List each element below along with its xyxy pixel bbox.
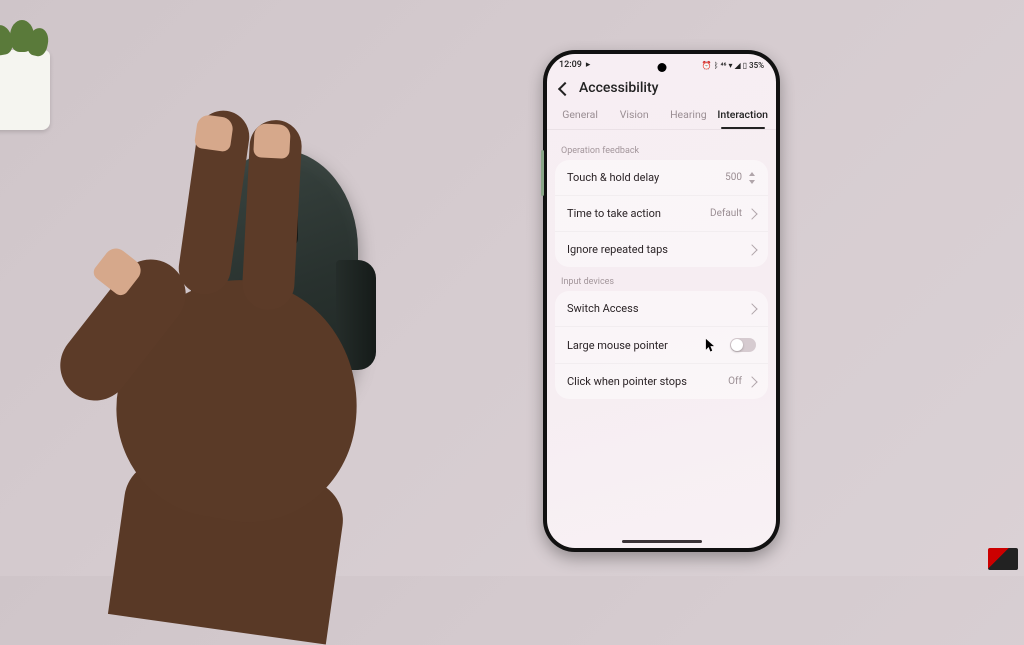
chevron-right-icon [746,376,757,387]
section-label-operation-feedback: Operation feedback [555,136,768,160]
row-value: Off [728,376,742,387]
stepper-icon [748,172,756,184]
battery-icon: ▯ [743,61,747,70]
row-touch-hold-delay[interactable]: Touch & hold delay 500 [555,160,768,195]
row-time-to-take-action[interactable]: Time to take action Default [555,195,768,231]
status-time: 12:09 [559,60,582,70]
tab-bar: General Vision Hearing Interaction [547,102,776,130]
row-switch-access[interactable]: Switch Access [555,291,768,326]
toggle-large-mouse-pointer[interactable] [730,338,756,352]
row-label: Ignore repeated taps [567,243,748,256]
camera-hole [657,63,666,72]
battery-percent: 35% [749,61,764,70]
operation-feedback-card: Touch & hold delay 500 Time to take acti… [555,160,768,267]
row-label: Touch & hold delay [567,171,725,184]
wifi-icon: ▾ [728,61,732,70]
page-title: Accessibility [579,80,658,96]
back-button[interactable] [557,81,571,95]
chevron-right-icon [746,208,757,219]
phone-screen: 12:09 ▸ ⏰ ᛒ ⁴⁶ ▾ ◢ ▯ 35% Accessibility G… [547,54,776,548]
row-label: Time to take action [567,207,710,220]
volte-icon: ⁴⁶ [721,61,727,70]
tab-interaction[interactable]: Interaction [715,102,770,129]
section-label-input-devices: Input devices [555,267,768,291]
tab-vision[interactable]: Vision [607,102,661,129]
video-icon: ▸ [586,60,591,70]
plant-pot [0,0,60,140]
row-label: Click when pointer stops [567,375,728,388]
bluetooth-icon: ᛒ [714,61,719,70]
input-devices-card: Switch Access Large mouse pointer Click … [555,291,768,399]
computer-mouse [203,150,358,410]
tab-hearing[interactable]: Hearing [661,102,715,129]
row-value: Default [710,208,742,219]
gesture-bar[interactable] [622,540,702,543]
chevron-right-icon [746,303,757,314]
chevron-right-icon [746,244,757,255]
signal-icon: ◢ [734,61,740,70]
tab-general[interactable]: General [553,102,607,129]
page-header: Accessibility [547,72,776,102]
row-click-when-pointer-stops[interactable]: Click when pointer stops Off [555,363,768,399]
row-label: Switch Access [567,302,748,315]
phone-frame: 12:09 ▸ ⏰ ᛒ ⁴⁶ ▾ ◢ ▯ 35% Accessibility G… [543,50,780,552]
alarm-icon: ⏰ [702,61,712,70]
watermark-logo [988,548,1018,570]
row-value: 500 [725,172,742,183]
row-large-mouse-pointer[interactable]: Large mouse pointer [555,326,768,363]
row-ignore-repeated-taps[interactable]: Ignore repeated taps [555,231,768,267]
hand-holding-mouse [108,140,438,570]
